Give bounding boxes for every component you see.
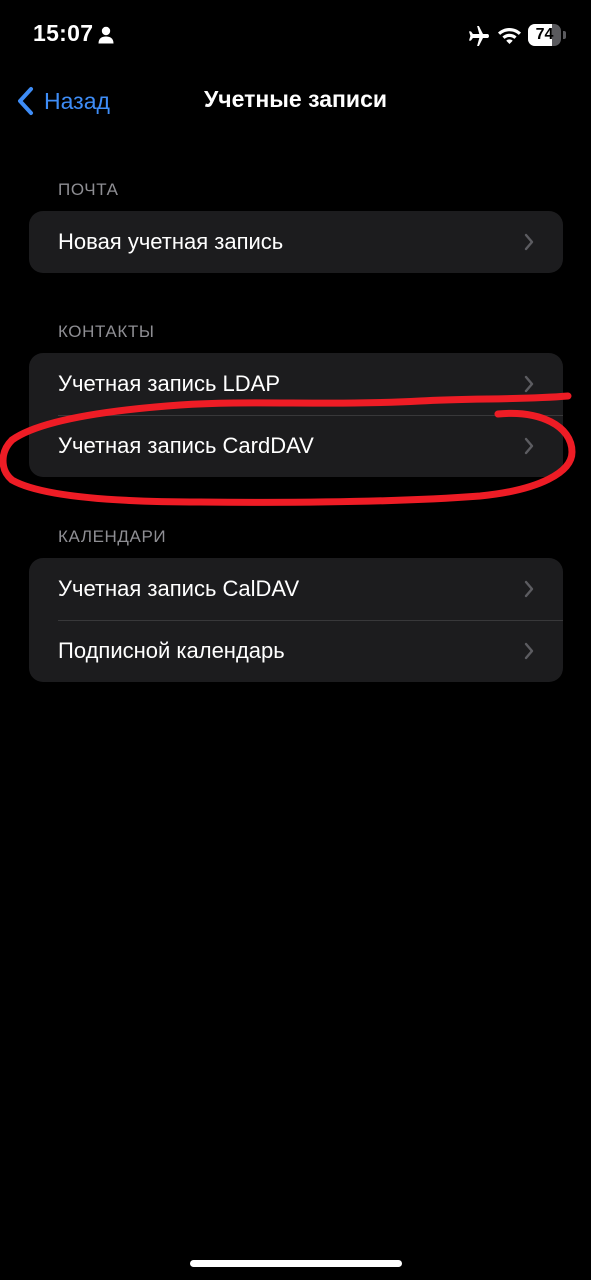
battery-icon: 74 (528, 24, 566, 46)
row-label: Учетная запись CalDAV (58, 576, 300, 601)
row-new-account[interactable]: Новая учетная запись (29, 211, 563, 273)
chevron-right-icon (524, 375, 534, 393)
chevron-right-icon (524, 580, 534, 598)
row-label: Учетная запись CardDAV (58, 433, 314, 458)
calendars-group: Учетная запись CalDAV Подписной календар… (29, 558, 563, 682)
row-carddav-account[interactable]: Учетная запись CardDAV (29, 415, 563, 477)
chevron-right-icon (524, 437, 534, 455)
row-label: Новая учетная запись (58, 229, 284, 254)
status-time: 15:07 (33, 20, 94, 46)
row-ldap-account[interactable]: Учетная запись LDAP (29, 353, 563, 415)
contacts-group: Учетная запись LDAP Учетная запись CardD… (29, 353, 563, 477)
home-indicator[interactable] (190, 1260, 402, 1267)
person-icon (98, 26, 114, 44)
row-label: Учетная запись LDAP (58, 371, 280, 396)
section-header-contacts: КОНТАКТЫ (58, 322, 155, 341)
row-subscribed-calendar[interactable]: Подписной календарь (29, 620, 563, 682)
section-header-mail: ПОЧТА (58, 180, 119, 199)
section-header-calendars: КАЛЕНДАРИ (58, 527, 167, 546)
status-bar: 15:07 74 (0, 0, 591, 70)
chevron-right-icon (524, 642, 534, 660)
battery-level: 74 (535, 26, 554, 43)
row-caldav-account[interactable]: Учетная запись CalDAV (29, 558, 563, 620)
wifi-icon (498, 28, 521, 44)
chevron-right-icon (524, 233, 534, 251)
airplane-icon (469, 26, 489, 46)
mail-group: Новая учетная запись (29, 211, 563, 273)
page-title: Учетные записи (203, 86, 387, 112)
row-label: Подписной календарь (58, 638, 285, 663)
